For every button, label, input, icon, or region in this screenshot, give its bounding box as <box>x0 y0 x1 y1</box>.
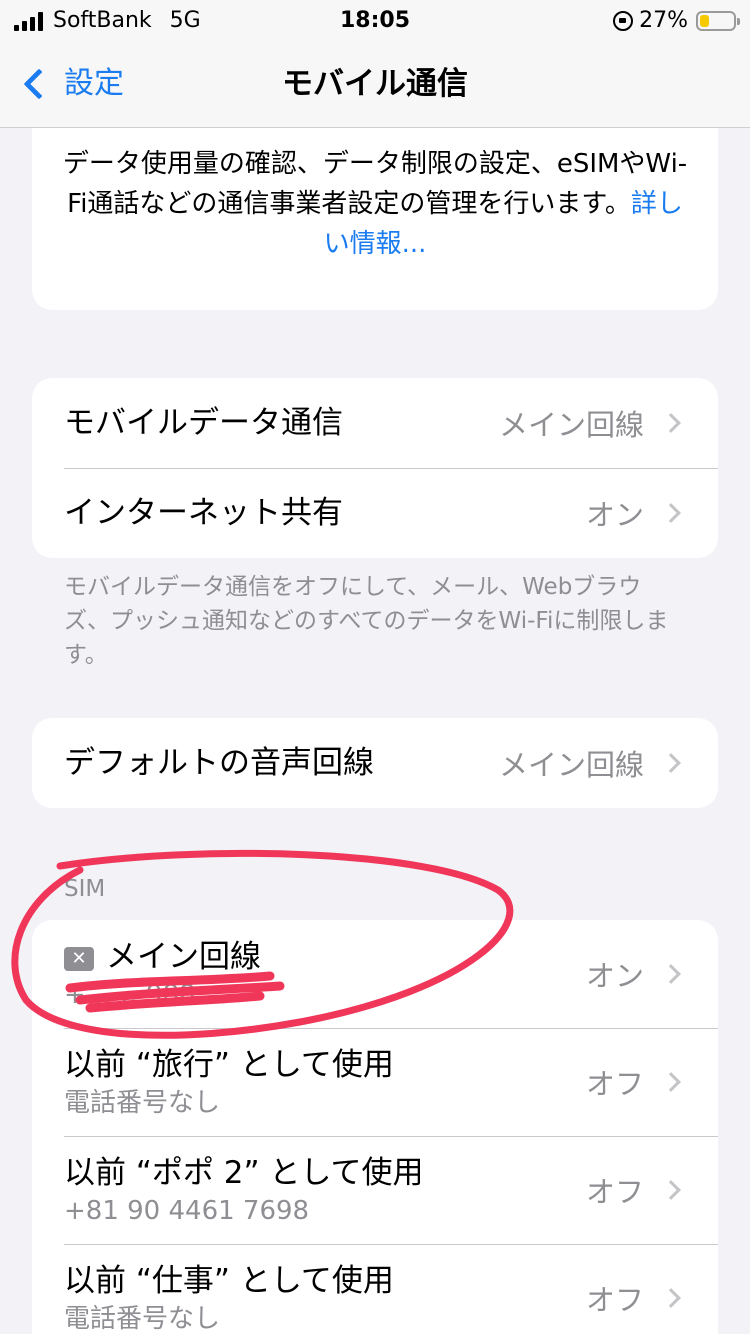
row-label: 以前 “ポポ 2” として使用 <box>64 1155 424 1191</box>
row-sub: +… …988 <box>64 980 196 1010</box>
status-bar: SoftBank 5G 18:05 27% <box>0 0 750 42</box>
intro-text: データ使用量の確認、データ制限の設定、eSIMやWi-Fi通話などの通信事業者設… <box>62 149 688 219</box>
sim-section-header: SIM <box>64 876 106 902</box>
intro-card: データ使用量の確認、データ制限の設定、eSIMやWi-Fi通話などの通信事業者設… <box>32 128 718 310</box>
row-value: メイン回線 <box>498 408 644 442</box>
row-label: デフォルトの音声回線 <box>64 745 374 781</box>
mobile-data-row[interactable]: モバイルデータ通信 メイン回線 <box>32 378 718 468</box>
chevron-right-icon <box>661 503 681 523</box>
sim-card-icon: ✕ <box>64 947 94 971</box>
row-label: モバイルデータ通信 <box>64 405 343 441</box>
chevron-right-icon <box>661 753 681 773</box>
data-footnote: モバイルデータ通信をオフにして、メール、Webブラウズ、プッシュ通知などのすべて… <box>64 574 669 668</box>
row-sub: 電話番号なし <box>64 1304 221 1334</box>
row-value: オフ <box>585 1067 644 1101</box>
row-value: オフ <box>585 1283 644 1317</box>
sim-row-main[interactable]: ✕ メイン回線 +… …988 オン <box>32 920 718 1028</box>
chevron-right-icon <box>661 413 681 433</box>
battery-icon <box>696 11 740 31</box>
orientation-lock-icon <box>613 11 634 31</box>
battery-percent: 27% <box>639 8 688 33</box>
row-value: オフ <box>585 1175 644 1209</box>
status-right: 27% <box>613 8 740 34</box>
voice-line-group: デフォルトの音声回線 メイン回線 <box>32 718 718 808</box>
row-label: 以前 “旅行” として使用 <box>64 1047 394 1083</box>
page-title: モバイル通信 <box>282 66 468 102</box>
row-label: メイン回線 <box>106 939 261 975</box>
chevron-right-icon <box>661 1180 681 1200</box>
row-value: メイン回線 <box>498 748 644 782</box>
data-settings-group: モバイルデータ通信 メイン回線 インターネット共有 オン <box>32 378 718 558</box>
battery-fill <box>700 15 709 27</box>
chevron-right-icon <box>661 1072 681 1092</box>
row-sub: 電話番号なし <box>64 1088 221 1118</box>
navigation-bar: 設定 モバイル通信 <box>0 42 750 128</box>
default-voice-line-row[interactable]: デフォルトの音声回線 メイン回線 <box>32 718 718 808</box>
row-sub: +81 90 4461 7698 <box>64 1196 310 1226</box>
sim-row-popo2[interactable]: 以前 “ポポ 2” として使用 +81 90 4461 7698 オフ <box>32 1136 718 1244</box>
row-value: オン <box>585 959 644 993</box>
row-label: インターネット共有 <box>64 495 343 531</box>
personal-hotspot-row[interactable]: インターネット共有 オン <box>32 468 718 558</box>
sim-row-work[interactable]: 以前 “仕事” として使用 電話番号なし オフ <box>32 1244 718 1334</box>
sim-list-group: ✕ メイン回線 +… …988 オン 以前 “旅行” として使用 電話番号なし オ… <box>32 920 718 1334</box>
row-value: オン <box>585 498 644 532</box>
chevron-right-icon <box>661 1288 681 1308</box>
chevron-right-icon <box>661 964 681 984</box>
sim-row-travel[interactable]: 以前 “旅行” として使用 電話番号なし オフ <box>32 1028 718 1136</box>
row-label: 以前 “仕事” として使用 <box>64 1263 394 1299</box>
